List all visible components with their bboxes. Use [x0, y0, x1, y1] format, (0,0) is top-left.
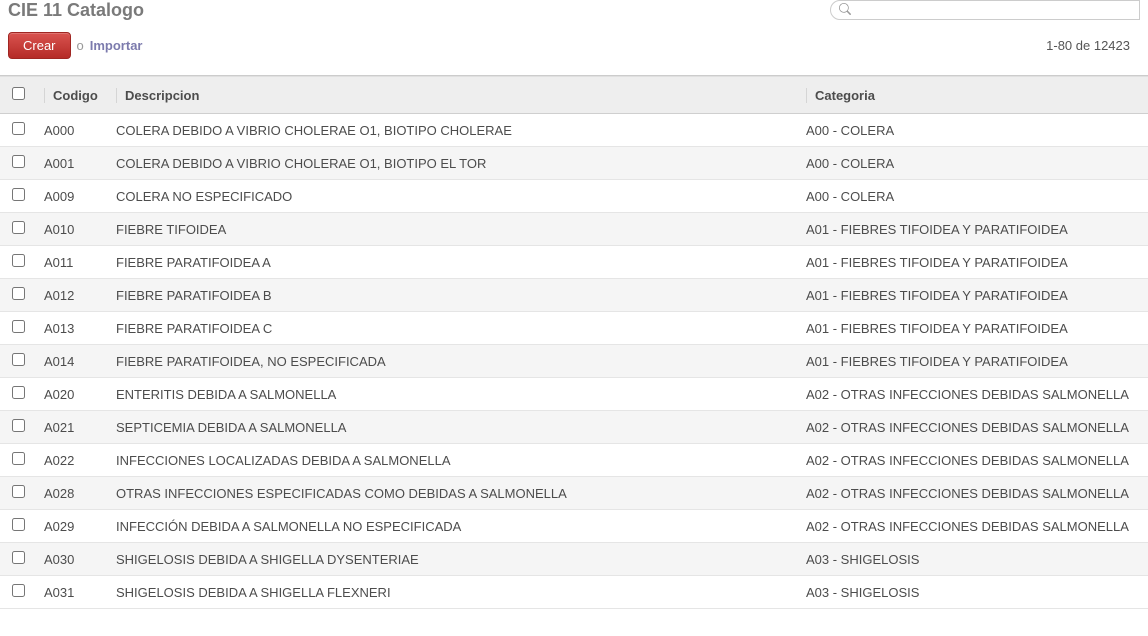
- search-icon: [839, 3, 851, 18]
- table-row[interactable]: A029INFECCIÓN DEBIDA A SALMONELLA NO ESP…: [0, 510, 1148, 543]
- create-button[interactable]: Crear: [8, 32, 71, 59]
- search-input[interactable]: [855, 3, 1131, 17]
- row-checkbox[interactable]: [12, 551, 25, 564]
- table-row[interactable]: A020ENTERITIS DEBIDA A SALMONELLAA02 - O…: [0, 378, 1148, 411]
- table-row[interactable]: A009COLERA NO ESPECIFICADOA00 - COLERA: [0, 180, 1148, 213]
- row-checkbox[interactable]: [12, 485, 25, 498]
- row-checkbox[interactable]: [12, 287, 25, 300]
- toolbar-or: o: [77, 38, 84, 53]
- cell-codigo: A029: [36, 510, 108, 543]
- cell-descripcion: INFECCIÓN DEBIDA A SALMONELLA NO ESPECIF…: [108, 510, 798, 543]
- cell-descripcion: SHIGELOSIS DEBIDA A SHIGELLA FLEXNERI: [108, 576, 798, 609]
- cell-descripcion: FIEBRE PARATIFOIDEA B: [108, 279, 798, 312]
- cell-codigo: A022: [36, 444, 108, 477]
- row-checkbox[interactable]: [12, 122, 25, 135]
- cell-descripcion: OTRAS INFECCIONES ESPECIFICADAS COMO DEB…: [108, 477, 798, 510]
- cell-codigo: A010: [36, 213, 108, 246]
- select-all-checkbox[interactable]: [12, 87, 25, 100]
- pagination-label: 1-80 de 12423: [1046, 38, 1140, 53]
- cell-categoria: A01 - FIEBRES TIFOIDEA Y PARATIFOIDEA: [798, 312, 1148, 345]
- cell-codigo: A021: [36, 411, 108, 444]
- table-row[interactable]: A028OTRAS INFECCIONES ESPECIFICADAS COMO…: [0, 477, 1148, 510]
- cell-descripcion: SHIGELOSIS DEBIDA A SHIGELLA DYSENTERIAE: [108, 543, 798, 576]
- cell-codigo: A020: [36, 378, 108, 411]
- cell-categoria: A01 - FIEBRES TIFOIDEA Y PARATIFOIDEA: [798, 246, 1148, 279]
- table-row[interactable]: A030SHIGELOSIS DEBIDA A SHIGELLA DYSENTE…: [0, 543, 1148, 576]
- column-header-categoria[interactable]: Categoria: [798, 77, 1148, 114]
- cell-categoria: A02 - OTRAS INFECCIONES DEBIDAS SALMONEL…: [798, 510, 1148, 543]
- import-link[interactable]: Importar: [90, 38, 143, 53]
- row-checkbox[interactable]: [12, 320, 25, 333]
- cell-descripcion: COLERA DEBIDO A VIBRIO CHOLERAE O1, BIOT…: [108, 114, 798, 147]
- table-row[interactable]: A021SEPTICEMIA DEBIDA A SALMONELLAA02 - …: [0, 411, 1148, 444]
- cell-categoria: A01 - FIEBRES TIFOIDEA Y PARATIFOIDEA: [798, 213, 1148, 246]
- table-row[interactable]: A022INFECCIONES LOCALIZADAS DEBIDA A SAL…: [0, 444, 1148, 477]
- page-title: CIE 11 Catalogo: [8, 0, 144, 21]
- cell-categoria: A01 - FIEBRES TIFOIDEA Y PARATIFOIDEA: [798, 345, 1148, 378]
- cell-descripcion: ENTERITIS DEBIDA A SALMONELLA: [108, 378, 798, 411]
- cell-categoria: A03 - SHIGELOSIS: [798, 543, 1148, 576]
- cell-descripcion: FIEBRE PARATIFOIDEA C: [108, 312, 798, 345]
- cell-codigo: A013: [36, 312, 108, 345]
- cell-descripcion: FIEBRE PARATIFOIDEA, NO ESPECIFICADA: [108, 345, 798, 378]
- cell-codigo: A000: [36, 114, 108, 147]
- row-checkbox[interactable]: [12, 386, 25, 399]
- row-checkbox[interactable]: [12, 221, 25, 234]
- table-row[interactable]: A031SHIGELOSIS DEBIDA A SHIGELLA FLEXNER…: [0, 576, 1148, 609]
- cell-descripcion: COLERA NO ESPECIFICADO: [108, 180, 798, 213]
- cell-codigo: A012: [36, 279, 108, 312]
- cell-descripcion: INFECCIONES LOCALIZADAS DEBIDA A SALMONE…: [108, 444, 798, 477]
- table-row[interactable]: A000COLERA DEBIDO A VIBRIO CHOLERAE O1, …: [0, 114, 1148, 147]
- row-checkbox[interactable]: [12, 518, 25, 531]
- cell-categoria: A02 - OTRAS INFECCIONES DEBIDAS SALMONEL…: [798, 444, 1148, 477]
- table-row[interactable]: A014FIEBRE PARATIFOIDEA, NO ESPECIFICADA…: [0, 345, 1148, 378]
- cell-descripcion: FIEBRE TIFOIDEA: [108, 213, 798, 246]
- cell-codigo: A031: [36, 576, 108, 609]
- cell-descripcion: SEPTICEMIA DEBIDA A SALMONELLA: [108, 411, 798, 444]
- column-header-codigo[interactable]: Codigo: [36, 77, 108, 114]
- cell-codigo: A009: [36, 180, 108, 213]
- row-checkbox[interactable]: [12, 155, 25, 168]
- column-header-descripcion[interactable]: Descripcion: [108, 77, 798, 114]
- cell-categoria: A02 - OTRAS INFECCIONES DEBIDAS SALMONEL…: [798, 411, 1148, 444]
- cell-codigo: A014: [36, 345, 108, 378]
- cell-categoria: A00 - COLERA: [798, 180, 1148, 213]
- row-checkbox[interactable]: [12, 419, 25, 432]
- cell-codigo: A011: [36, 246, 108, 279]
- table-row[interactable]: A012FIEBRE PARATIFOIDEA BA01 - FIEBRES T…: [0, 279, 1148, 312]
- cell-categoria: A02 - OTRAS INFECCIONES DEBIDAS SALMONEL…: [798, 378, 1148, 411]
- data-table: Codigo Descripcion Categoria A000COLERA …: [0, 76, 1148, 609]
- cell-codigo: A030: [36, 543, 108, 576]
- table-row[interactable]: A011FIEBRE PARATIFOIDEA AA01 - FIEBRES T…: [0, 246, 1148, 279]
- cell-codigo: A028: [36, 477, 108, 510]
- cell-descripcion: COLERA DEBIDO A VIBRIO CHOLERAE O1, BIOT…: [108, 147, 798, 180]
- row-checkbox[interactable]: [12, 353, 25, 366]
- row-checkbox[interactable]: [12, 452, 25, 465]
- cell-categoria: A03 - SHIGELOSIS: [798, 576, 1148, 609]
- table-row[interactable]: A010FIEBRE TIFOIDEAA01 - FIEBRES TIFOIDE…: [0, 213, 1148, 246]
- cell-codigo: A001: [36, 147, 108, 180]
- cell-categoria: A00 - COLERA: [798, 147, 1148, 180]
- cell-categoria: A00 - COLERA: [798, 114, 1148, 147]
- table-row[interactable]: A001COLERA DEBIDO A VIBRIO CHOLERAE O1, …: [0, 147, 1148, 180]
- table-row[interactable]: A013FIEBRE PARATIFOIDEA CA01 - FIEBRES T…: [0, 312, 1148, 345]
- cell-descripcion: FIEBRE PARATIFOIDEA A: [108, 246, 798, 279]
- row-checkbox[interactable]: [12, 584, 25, 597]
- row-checkbox[interactable]: [12, 254, 25, 267]
- cell-categoria: A02 - OTRAS INFECCIONES DEBIDAS SALMONEL…: [798, 477, 1148, 510]
- search-wrapper[interactable]: [830, 0, 1140, 20]
- cell-categoria: A01 - FIEBRES TIFOIDEA Y PARATIFOIDEA: [798, 279, 1148, 312]
- row-checkbox[interactable]: [12, 188, 25, 201]
